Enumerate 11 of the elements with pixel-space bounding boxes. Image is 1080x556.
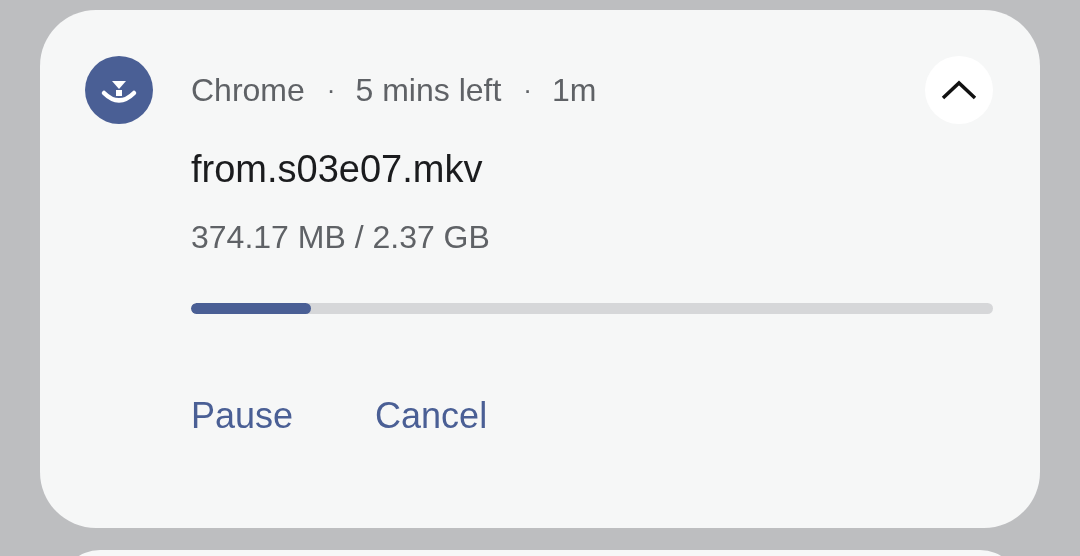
separator-dot: · bbox=[523, 73, 532, 107]
action-button[interactable]: Pause bbox=[191, 394, 294, 438]
action-button[interactable]: Cancel bbox=[375, 394, 488, 438]
chevron-icon bbox=[940, 79, 978, 101]
detail-text: 5 mins left bbox=[355, 71, 502, 110]
app-name: Chrome bbox=[191, 71, 305, 110]
separator-dot: · bbox=[326, 73, 336, 107]
detail-text: 1m bbox=[552, 71, 597, 110]
file-name: from.s03e07.mkv bbox=[191, 147, 484, 192]
file-size: 374.17 MB / 2.37 GB bbox=[191, 218, 491, 257]
download-icon bbox=[85, 56, 153, 124]
